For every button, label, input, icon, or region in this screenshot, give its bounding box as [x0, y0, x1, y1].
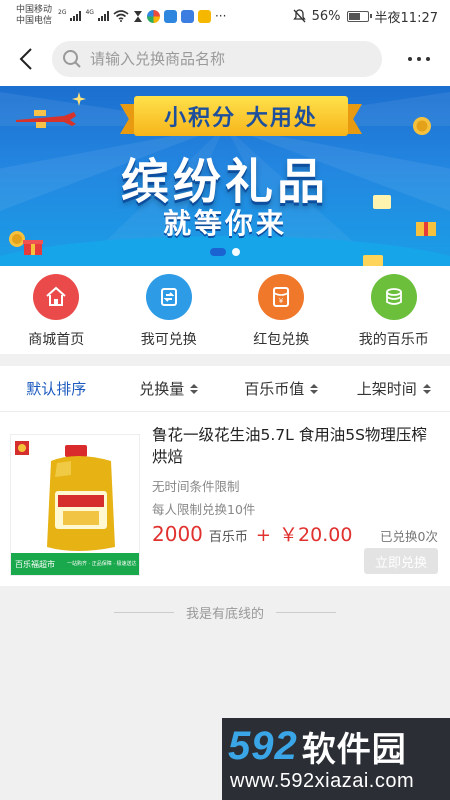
- signal-icon-2: [97, 11, 109, 21]
- coins-icon: [370, 274, 417, 320]
- carrier-2: 中国电信: [16, 16, 53, 26]
- more-options-button[interactable]: [388, 32, 450, 86]
- more-dot-icon: [417, 57, 421, 61]
- nav-label: 我的百乐币: [358, 332, 429, 348]
- product-image-banner: 百乐福超市: [15, 560, 55, 569]
- watermark-number: 592: [228, 724, 298, 768]
- sort-label: 兑换量: [139, 380, 185, 398]
- battery-icon: [346, 10, 372, 22]
- status-bar: 中国移动 中国电信 2G 4G ··· 56% 半夜11:27: [0, 0, 450, 32]
- watermark: 592 软件园 www.592xiazai.com: [222, 718, 450, 800]
- sort-arrows-icon: [190, 383, 199, 394]
- end-note-text: 我是有底线的: [185, 607, 264, 622]
- status-right: 56% 半夜11:27: [292, 7, 438, 26]
- product-image-tagline: 一站购齐 · 正品保障 · 极速送达: [67, 561, 137, 567]
- exchange-icon: [145, 274, 192, 320]
- battery-percent: 56%: [311, 8, 341, 24]
- network-type-2: 4G: [85, 9, 94, 16]
- carousel-dot-2[interactable]: [232, 248, 240, 256]
- sort-label: 默认排序: [26, 380, 87, 398]
- product-time-limit: 无时间条件限制: [152, 479, 240, 494]
- watermark-url: www.592xiazai.com: [230, 770, 415, 792]
- price-cash: ￥20.00: [279, 524, 353, 546]
- more-dot-icon: [408, 57, 412, 61]
- more-notifications-icon: ···: [214, 9, 227, 23]
- hourglass-icon: [133, 10, 142, 22]
- price-points: 2000: [152, 522, 203, 546]
- sort-label: 百乐币值: [244, 380, 305, 398]
- sort-label: 上架时间: [356, 380, 417, 398]
- more-dot-icon: [426, 57, 430, 61]
- product-image[interactable]: 百乐福超市 一站购齐 · 正品保障 · 极速送达: [10, 434, 140, 576]
- carousel-dot-1[interactable]: [210, 248, 226, 256]
- sort-exchange-count[interactable]: 兑换量: [113, 378, 226, 399]
- price-unit: 百乐币: [208, 530, 248, 545]
- sort-default[interactable]: 默认排序: [0, 378, 113, 399]
- signal-icon: [70, 11, 82, 21]
- carousel-indicator: [0, 248, 450, 256]
- browser-app-icon: [180, 9, 194, 23]
- sort-coin-value[interactable]: 百乐币值: [225, 378, 338, 399]
- carrier-1: 中国移动: [16, 5, 53, 15]
- top-header: [0, 32, 450, 86]
- app-notification-icon: [146, 9, 160, 23]
- nav-can-exchange[interactable]: 我可兑换: [113, 266, 226, 354]
- home-icon: [33, 274, 80, 320]
- sort-listing-time[interactable]: 上架时间: [338, 378, 450, 399]
- banner-ribbon-text: 小积分 大用处: [164, 106, 318, 131]
- mute-bell-icon: [292, 9, 306, 23]
- wifi-icon: [113, 10, 129, 22]
- exchange-now-button[interactable]: 立即兑换: [364, 548, 438, 574]
- list-end-note: 我是有底线的: [0, 603, 450, 622]
- divider: [113, 612, 174, 613]
- plane-icon: [16, 110, 76, 128]
- promo-banner[interactable]: 小积分 大用处 缤纷礼品 就等你来: [0, 86, 450, 266]
- nav-my-coins[interactable]: 我的百乐币: [338, 266, 450, 354]
- nav-label: 商城首页: [28, 332, 85, 348]
- banner-subtitle: 就等你来: [162, 207, 287, 240]
- nav-label: 红包兑换: [253, 332, 310, 348]
- clock: 半夜11:27: [374, 10, 438, 26]
- nav-red-packet[interactable]: ¥ 红包兑换: [225, 266, 338, 354]
- divider: [276, 612, 336, 613]
- shield-app-icon: [163, 9, 177, 23]
- product-title[interactable]: 鲁花一级花生油5.7L 食用油5S物理压榨烘焙: [152, 424, 442, 468]
- back-button[interactable]: [0, 32, 52, 86]
- product-sold-count: 已兑换0次: [380, 529, 438, 544]
- mail-app-icon: [197, 9, 211, 23]
- network-type-1: 2G: [58, 9, 67, 16]
- search-icon: [63, 50, 81, 68]
- sort-arrows-icon: [422, 383, 431, 394]
- nav-label: 我可兑换: [140, 332, 197, 348]
- sort-arrows-icon: [310, 383, 319, 394]
- sparkle-icon: [72, 92, 86, 106]
- product-qty-limit: 每人限制兑换10件: [152, 502, 256, 517]
- search-bar[interactable]: [52, 41, 382, 77]
- banner-ribbon: 小积分 大用处: [120, 96, 362, 136]
- chevron-left-icon: [19, 48, 32, 70]
- svg-text:¥: ¥: [279, 297, 284, 305]
- coin-icon: [413, 117, 431, 135]
- product-card[interactable]: 百乐福超市 一站购齐 · 正品保障 · 极速送达 鲁花一级花生油5.7L 食用油…: [0, 412, 450, 586]
- red-packet-icon: ¥: [258, 274, 305, 320]
- watermark-name: 软件园: [301, 730, 407, 770]
- carrier-info: 中国移动 中国电信: [16, 5, 52, 27]
- price-plus: +: [255, 525, 272, 546]
- category-nav: 商城首页 我可兑换 ¥ 红包兑换 我的百乐币: [0, 266, 450, 354]
- status-icons: 2G 4G ···: [58, 9, 226, 23]
- nav-mall-home[interactable]: 商城首页: [0, 266, 113, 354]
- sort-bar: 默认排序 兑换量 百乐币值 上架时间: [0, 366, 450, 412]
- product-price: 2000 百乐币 + ￥20.00: [152, 520, 352, 547]
- search-input[interactable]: [90, 50, 350, 68]
